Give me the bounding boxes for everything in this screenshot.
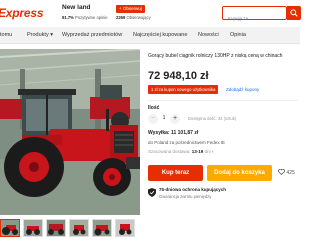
wishlist-count: 425 <box>286 170 295 176</box>
product-page: Express New land 91.7% Pozytywne opinie … <box>0 0 301 250</box>
chevron-right-icon[interactable]: › <box>212 149 214 154</box>
shield-icon <box>148 188 156 197</box>
search-box <box>222 6 287 25</box>
thumbnail-image <box>116 220 134 236</box>
estimated-delivery: Szacowana dostawa: 13-19 dni › <box>148 149 213 154</box>
protection-subtitle: Gwarancja zwrotu pieniędzy <box>159 194 212 199</box>
main-product-image[interactable] <box>0 49 140 215</box>
thumbnail-image <box>93 220 111 236</box>
delivery-label: Szacowana dostawa: <box>148 149 191 154</box>
nav-item-bestsellers[interactable]: Najczęściej kupowane <box>133 32 187 38</box>
thumbnail[interactable] <box>115 219 135 237</box>
coupon-badge: 1 zł za kupon nowego użytkownika <box>148 85 219 94</box>
quantity-label: Ilość <box>148 105 160 111</box>
thumbnail-image <box>47 220 65 236</box>
delivery-days: 13-19 <box>191 149 204 154</box>
nav-item-reviews[interactable]: Opinia <box>230 32 246 38</box>
get-coupons-link[interactable]: Zdobądź kupony <box>226 87 259 92</box>
wishlist-button[interactable]: 425 <box>278 165 295 181</box>
heart-icon <box>278 168 285 175</box>
nav-item-products[interactable]: Produkty ▾ <box>27 32 53 38</box>
thumbnail-strip <box>0 219 140 239</box>
product-title: Gorący bubel ciągnik rolniczy 130HP z ni… <box>148 53 283 59</box>
quantity-increase-button[interactable]: + <box>170 114 180 124</box>
add-to-cart-button[interactable]: Dodaj do koszyka <box>207 165 272 181</box>
store-header: Express New land 91.7% Pozytywne opinie … <box>0 0 301 27</box>
shipping-destination[interactable]: do Poland za pośrednictwem Fedex IE <box>148 140 225 145</box>
quantity-value[interactable]: 1 <box>160 115 168 121</box>
search-button[interactable] <box>287 6 301 20</box>
product-price: 72 948,10 zł <box>148 70 209 82</box>
delivery-days-unit: dni <box>204 149 211 154</box>
nav-item-clearance[interactable]: Wyprzedaż przedmiotów <box>62 32 122 38</box>
positive-percentage: 91.7% <box>62 15 74 20</box>
thumbnail[interactable] <box>0 219 20 237</box>
buy-now-button[interactable]: Kup teraz <box>148 165 203 181</box>
follow-button[interactable]: + Obserwuj <box>116 5 145 13</box>
store-nav: tomu Produkty ▾ Wyprzedaż przedmiotów Na… <box>0 27 300 44</box>
thumbnail[interactable] <box>46 219 66 237</box>
thumbnail[interactable] <box>92 219 112 237</box>
positive-label: Pozytywne opinie <box>75 15 108 20</box>
followers-label: Obserwujący <box>126 15 151 20</box>
followers-count: 2269 <box>116 15 126 20</box>
shipping-cost: Wysyłka: 11 101,87 zł <box>148 130 199 136</box>
followers: 2269 Obserwujący <box>116 15 151 20</box>
nav-item-new[interactable]: Nowości <box>198 32 219 38</box>
thumbnail-image <box>1 220 19 236</box>
divider <box>148 100 298 101</box>
store-rating: 91.7% Pozytywne opinie <box>62 15 108 20</box>
nav-item-home[interactable]: tomu <box>0 32 12 38</box>
search-input[interactable] <box>223 12 281 25</box>
thumbnail-image <box>70 220 88 236</box>
tractor-photo <box>0 49 140 215</box>
thumbnail[interactable] <box>23 219 43 237</box>
protection-title: 75-dniowa ochrona kupujących <box>159 187 227 192</box>
search-icon <box>290 9 298 17</box>
store-name[interactable]: New land <box>62 4 91 11</box>
quantity-decrease-button[interactable]: − <box>148 114 158 124</box>
site-logo[interactable]: Express <box>0 6 44 20</box>
thumbnail[interactable] <box>69 219 89 237</box>
availability-text: Dostępna ilość: 34 (sztuk) <box>188 116 237 121</box>
thumbnail-image <box>24 220 42 236</box>
